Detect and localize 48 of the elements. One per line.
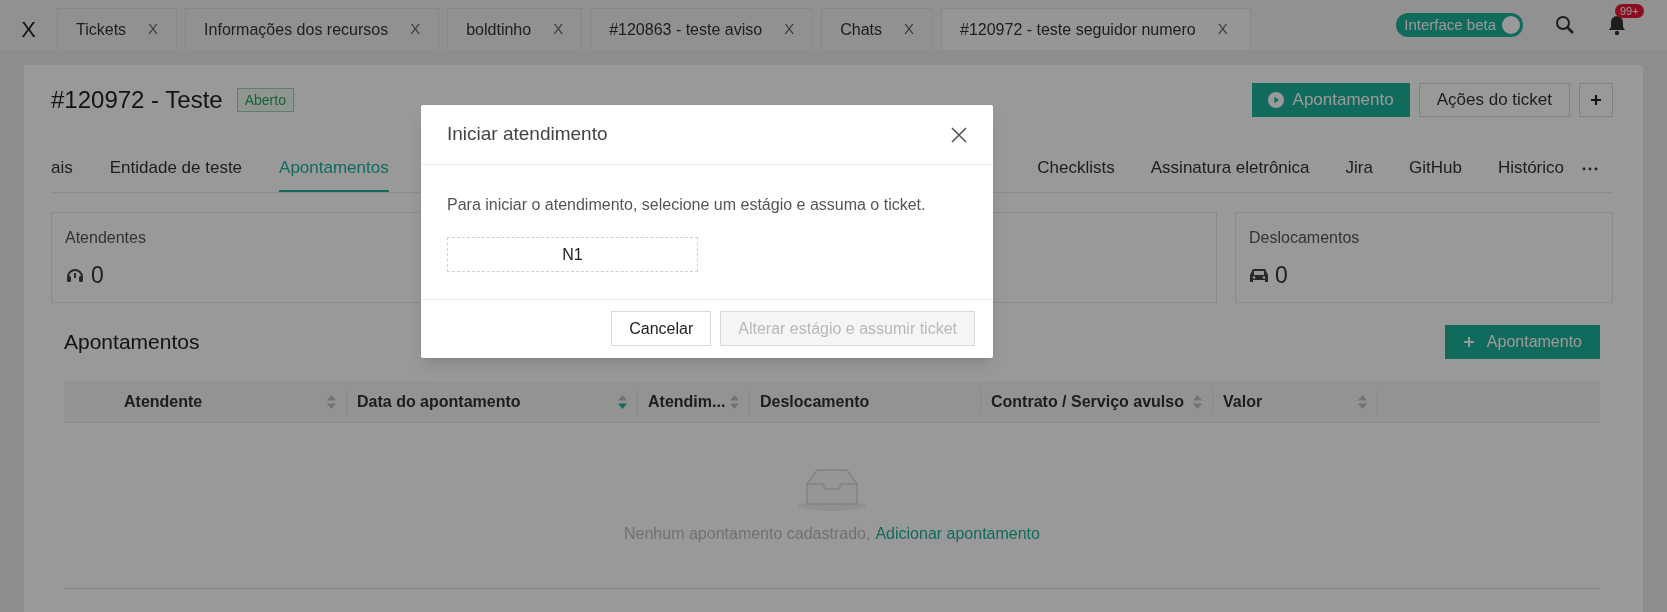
column-header[interactable]: Contrato / Serviço avulso bbox=[991, 389, 1184, 414]
app-tab[interactable]: #120863 - teste aviso X bbox=[590, 8, 814, 50]
notification-badge: 99+ bbox=[1615, 4, 1644, 18]
bell-icon[interactable] bbox=[1607, 14, 1627, 36]
more-tabs-icon[interactable] bbox=[1582, 166, 1598, 171]
tab-close-button[interactable]: X bbox=[784, 18, 795, 41]
close-all-button[interactable]: X bbox=[0, 8, 57, 50]
status-tag: Aberto bbox=[236, 88, 294, 112]
play-icon bbox=[1267, 92, 1284, 108]
column-header[interactable]: Valor bbox=[1223, 389, 1263, 414]
cancel-button[interactable]: Cancelar bbox=[611, 311, 712, 346]
ticket-title: #120972 - Teste bbox=[51, 85, 223, 115]
dialog-message: Para iniciar o atendimento, selecione um estágio e assuma o ticket. bbox=[447, 195, 927, 215]
section-tab[interactable]: Jira bbox=[1345, 145, 1373, 192]
tab-close-button[interactable]: X bbox=[148, 18, 159, 41]
section-tab[interactable]: Assinatura eletrônica bbox=[1150, 145, 1310, 192]
dialog-title: Iniciar atendimento bbox=[447, 122, 608, 147]
tab-close-button[interactable]: X bbox=[553, 18, 564, 41]
card-value: 0 bbox=[91, 261, 104, 290]
column-header[interactable]: Deslocamento bbox=[760, 389, 870, 414]
plus-icon bbox=[1462, 336, 1475, 348]
section-tab[interactable]: ais bbox=[51, 145, 73, 192]
section-tab[interactable]: Checklists bbox=[1037, 145, 1115, 192]
section-title: Apontamentos bbox=[64, 329, 200, 356]
app-tab[interactable]: Chats X bbox=[821, 8, 933, 50]
tab-close-button[interactable]: X bbox=[1217, 18, 1228, 41]
card-title: Deslocamentos bbox=[1249, 228, 1361, 248]
card-title: Atendentes bbox=[65, 228, 147, 248]
section-tab[interactable]: Entidade de teste bbox=[109, 145, 243, 192]
tab-close-button[interactable]: X bbox=[903, 18, 914, 41]
card-value: 0 bbox=[1275, 261, 1288, 290]
more-button[interactable] bbox=[1579, 83, 1613, 117]
column-header[interactable]: Atendente bbox=[124, 389, 203, 414]
section-tab[interactable]: Histórico bbox=[1497, 145, 1564, 192]
column-header[interactable]: Data do apontamento bbox=[357, 389, 521, 414]
app-tab[interactable]: Informações dos recursos X bbox=[185, 8, 440, 50]
close-icon[interactable] bbox=[951, 126, 967, 143]
stage-option[interactable]: N1 bbox=[447, 237, 698, 272]
app-tab[interactable]: #120972 - teste seguidor numero X bbox=[941, 8, 1251, 50]
app-tab[interactable]: Tickets X bbox=[57, 8, 178, 50]
ticket-actions-button[interactable]: Ações do ticket bbox=[1418, 83, 1570, 117]
tab-close-button[interactable]: X bbox=[410, 18, 421, 41]
column-header[interactable]: Atendim... bbox=[648, 389, 726, 414]
search-icon[interactable] bbox=[1555, 15, 1575, 35]
app-tab[interactable]: boldtinho X bbox=[447, 8, 583, 50]
plus-icon bbox=[1590, 94, 1602, 106]
section-tab[interactable]: GitHub bbox=[1408, 145, 1462, 192]
car-icon bbox=[1249, 266, 1269, 285]
